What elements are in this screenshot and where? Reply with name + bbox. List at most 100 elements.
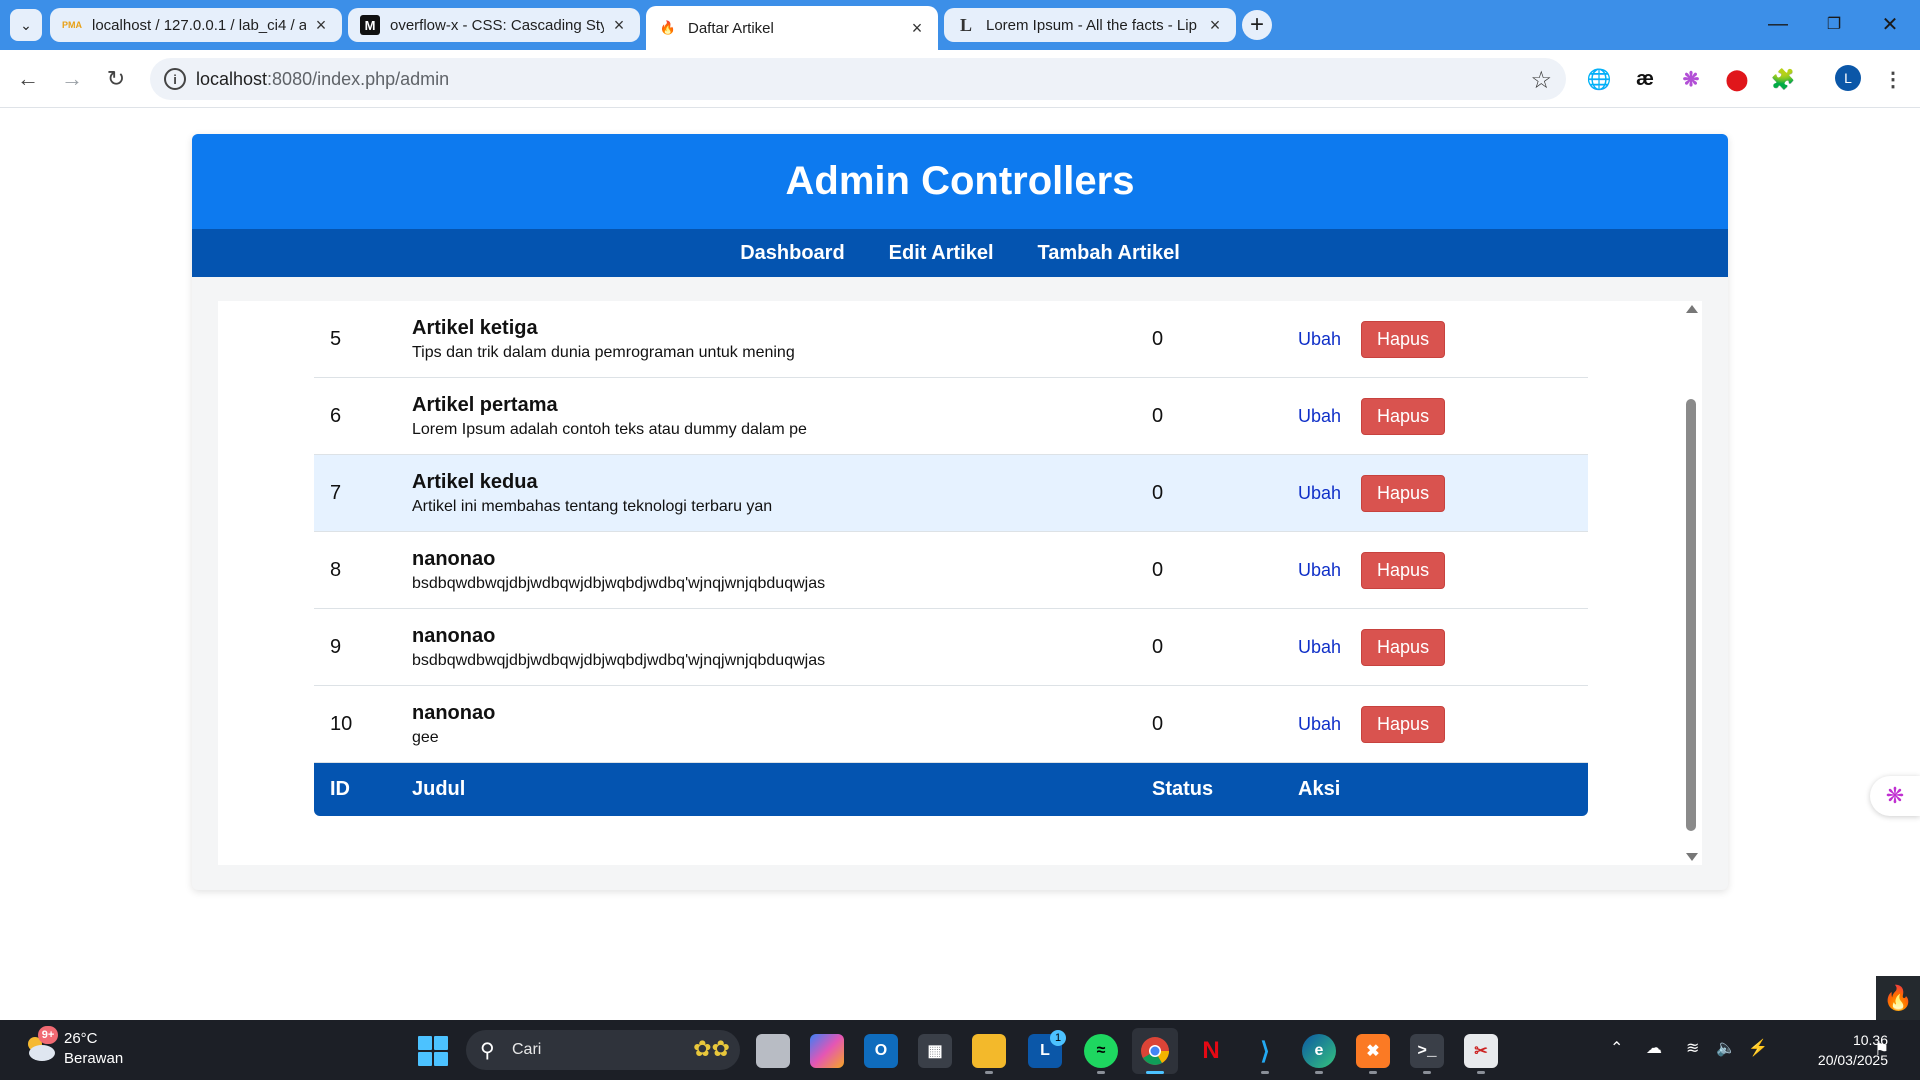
notification-bell-icon[interactable]: ⚑ <box>1874 1040 1889 1060</box>
close-icon[interactable]: × <box>1206 15 1224 36</box>
table-row-hovered: 7 Artikel kedua Artikel ini membahas ten… <box>314 455 1588 532</box>
edge-icon[interactable]: e <box>1302 1034 1336 1068</box>
codeigniter-flame-icon[interactable]: 🔥 <box>1876 976 1920 1020</box>
url-text[interactable]: localhost:8080/index.php/admin <box>196 69 449 90</box>
edit-link[interactable]: Ubah <box>1298 483 1341 504</box>
close-window-button[interactable]: ✕ <box>1870 8 1910 40</box>
search-highlight-flowers-icon: ✿✿ <box>693 1036 730 1061</box>
taskbar-running-indicator <box>1423 1071 1431 1074</box>
minimize-button[interactable]: — <box>1758 8 1798 40</box>
delete-button[interactable]: Hapus <box>1361 397 1446 435</box>
shield-extension-icon[interactable]: ⬤ <box>1722 64 1752 94</box>
start-button[interactable] <box>418 1036 448 1066</box>
taskbar-running-indicator <box>1261 1071 1269 1074</box>
edit-link[interactable]: Ubah <box>1298 714 1341 735</box>
edit-link[interactable]: Ubah <box>1298 406 1341 427</box>
arrow-right-icon: → <box>61 66 83 91</box>
vertical-scrollbar[interactable] <box>1683 301 1701 865</box>
row-actions: Ubah Hapus <box>1298 705 1588 743</box>
terminal-icon[interactable]: >_ <box>1410 1034 1444 1068</box>
edit-link[interactable]: Ubah <box>1298 637 1341 658</box>
vscode-icon[interactable]: ⟩ <box>1248 1034 1282 1068</box>
row-title: nanonao <box>412 624 496 647</box>
battery-icon[interactable]: ⚡ <box>1748 1038 1768 1058</box>
row-status: 0 <box>1152 558 1164 581</box>
volume-icon[interactable]: 🔈 <box>1716 1038 1736 1058</box>
back-button[interactable]: ← <box>12 63 44 95</box>
close-icon[interactable]: × <box>610 15 628 36</box>
column-header-aksi: Aksi <box>1298 778 1341 800</box>
site-info-icon[interactable]: i <box>164 68 186 90</box>
copilot-icon[interactable] <box>810 1034 844 1068</box>
row-id: 10 <box>330 712 353 735</box>
row-actions: Ubah Hapus <box>1298 551 1588 589</box>
page-header: Admin Controllers <box>192 134 1728 229</box>
delete-button[interactable]: Hapus <box>1361 551 1446 589</box>
file-explorer-icon[interactable] <box>972 1034 1006 1068</box>
close-icon[interactable]: × <box>908 18 926 39</box>
tab-daftar-artikel[interactable]: 🔥 Daftar Artikel × <box>646 6 938 50</box>
xampp-icon[interactable]: ✖ <box>1356 1034 1390 1068</box>
brain-assistant-icon[interactable]: ❋ <box>1870 776 1920 816</box>
search-placeholder: Cari <box>512 1041 542 1058</box>
delete-button[interactable]: Hapus <box>1361 320 1446 358</box>
menu-kebab-icon[interactable]: ⋮ <box>1878 64 1908 94</box>
chrome-icon[interactable] <box>1132 1028 1178 1074</box>
globe-extension-icon[interactable]: 🌐 <box>1584 64 1614 94</box>
forward-button[interactable]: → <box>56 63 88 95</box>
tab-phpmyadmin[interactable]: PMA localhost / 127.0.0.1 / lab_ci4 / a … <box>50 8 342 42</box>
windows-logo-icon <box>418 1036 432 1050</box>
edit-link[interactable]: Ubah <box>1298 560 1341 581</box>
clock-date[interactable]: 20/03/2025 <box>1786 1052 1888 1068</box>
nav-dashboard[interactable]: Dashboard <box>740 242 844 265</box>
spotify-icon[interactable]: ≈ <box>1084 1034 1118 1068</box>
microsoft-store-icon[interactable]: ▦ <box>918 1034 952 1068</box>
row-description: gee <box>412 728 439 746</box>
snipping-tool-icon[interactable]: ✂ <box>1464 1034 1498 1068</box>
flame-icon: 🔥 <box>659 20 677 35</box>
edit-link[interactable]: Ubah <box>1298 329 1341 350</box>
delete-button[interactable]: Hapus <box>1361 474 1446 512</box>
delete-button[interactable]: Hapus <box>1361 628 1446 666</box>
restore-button[interactable]: ❐ <box>1814 8 1854 40</box>
taskbar-running-indicator <box>1477 1071 1485 1074</box>
row-title-cell: Artikel ketiga Tips dan trik dalam dunia… <box>412 317 1152 362</box>
row-actions: Ubah Hapus <box>1298 397 1588 435</box>
netflix-icon[interactable]: N <box>1194 1034 1228 1068</box>
chevron-up-icon[interactable]: ⌃ <box>1610 1038 1623 1058</box>
column-header-status: Status <box>1152 778 1214 800</box>
row-id: 9 <box>330 635 342 658</box>
weather-alert-badge: 9+ <box>38 1026 58 1044</box>
scroll-down-arrow-icon[interactable] <box>1686 853 1698 861</box>
puzzle-extensions-icon[interactable]: 🧩 <box>1768 64 1798 94</box>
reload-button[interactable]: ↻ <box>100 63 132 95</box>
onedrive-cloud-icon[interactable]: ☁ <box>1646 1038 1662 1058</box>
brain-extension-icon[interactable]: ❋ <box>1676 64 1706 94</box>
outlook-icon[interactable]: O <box>864 1034 898 1068</box>
ae-extension-icon[interactable]: æ <box>1630 64 1660 94</box>
wifi-icon[interactable]: ≋ <box>1686 1038 1699 1058</box>
nav-edit-artikel[interactable]: Edit Artikel <box>889 242 994 265</box>
close-icon[interactable]: × <box>312 15 330 36</box>
tab-lorem-ipsum[interactable]: L Lorem Ipsum - All the facts - Lip × <box>944 8 1236 42</box>
tab-mdn-overflow[interactable]: M overflow-x - CSS: Cascading Sty × <box>348 8 640 42</box>
search-icon: ⚲ <box>480 1040 495 1062</box>
new-tab-button[interactable]: + <box>1242 10 1272 40</box>
delete-button[interactable]: Hapus <box>1361 705 1446 743</box>
taskbar-search[interactable]: ⚲ Cari ✿✿ <box>466 1030 740 1070</box>
table-row: 6 Artikel pertama Lorem Ipsum adalah con… <box>314 378 1588 455</box>
nav-tambah-artikel[interactable]: Tambah Artikel <box>1038 242 1180 265</box>
url-path: :8080/index.php/admin <box>267 69 450 89</box>
scrollbar-thumb[interactable] <box>1686 399 1696 831</box>
article-table-scroll-area[interactable]: 5 Artikel ketiga Tips dan trik dalam dun… <box>218 301 1702 865</box>
tab-search-button[interactable]: ⌄ <box>10 9 42 41</box>
scroll-up-arrow-icon[interactable] <box>1686 305 1698 313</box>
row-title-cell: nanonao bsdbqwdbwqjdbjwdbqwjdbjwqbdjwdbq… <box>412 548 1152 593</box>
windows-logo-icon <box>434 1036 448 1050</box>
bookmark-star-icon[interactable]: ☆ <box>1530 66 1552 95</box>
browser-toolbar: ← → ↻ i localhost:8080/index.php/admin ☆… <box>0 50 1920 108</box>
address-bar[interactable]: i localhost:8080/index.php/admin ☆ <box>150 58 1566 100</box>
table-row: 10 nanonao gee 0 Ubah Hapus <box>314 686 1588 763</box>
task-view-icon[interactable] <box>756 1034 790 1068</box>
profile-avatar[interactable]: L <box>1835 65 1861 91</box>
